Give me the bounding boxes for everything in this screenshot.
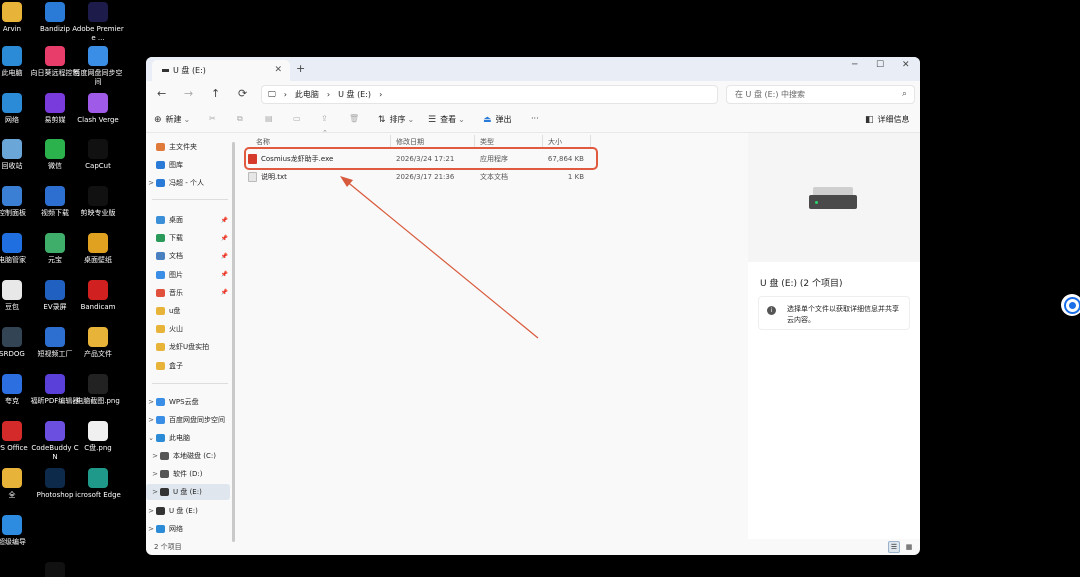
annotation-arrow xyxy=(340,176,539,339)
floating-assistant-icon[interactable] xyxy=(1061,294,1080,316)
